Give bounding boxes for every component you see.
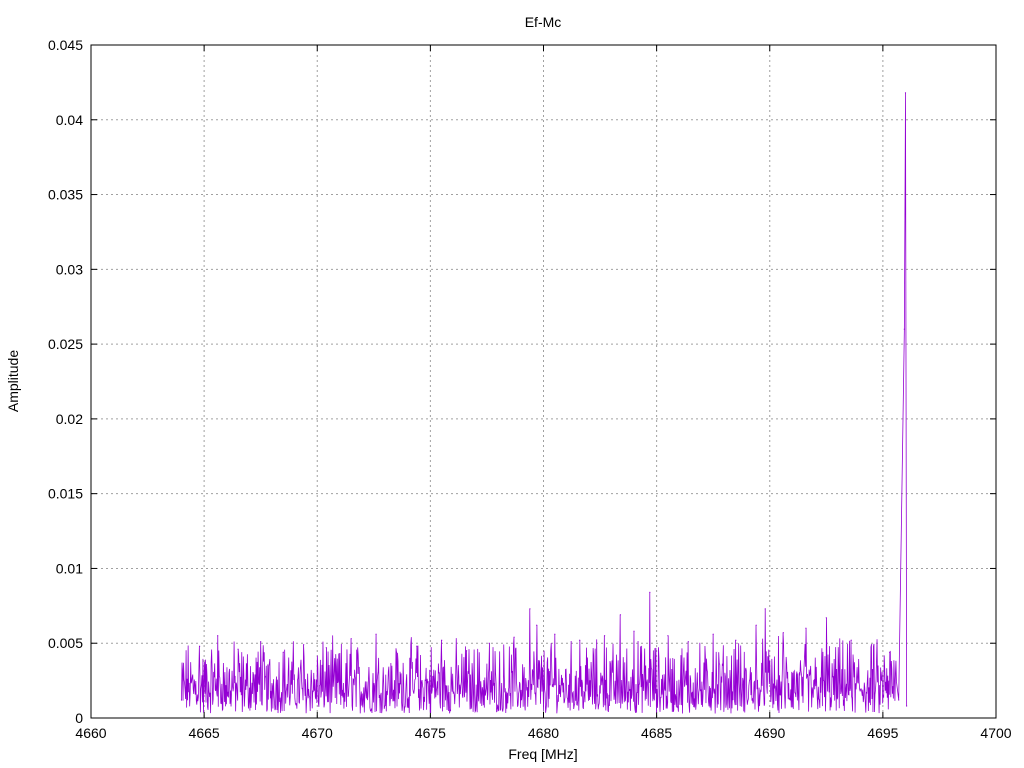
data-point (633, 630, 635, 632)
y-axis-label: Amplitude (5, 350, 21, 412)
data-point (180, 699, 183, 701)
data-point (375, 633, 377, 635)
data-point (303, 644, 305, 646)
data-point (687, 641, 689, 643)
data-point (667, 635, 669, 637)
data-point (903, 328, 905, 330)
data-point (805, 627, 807, 629)
y-tick-label: 0.02 (56, 411, 83, 427)
data-point (898, 699, 900, 701)
data-point (825, 617, 827, 619)
data-point (260, 641, 262, 643)
data-point (755, 624, 757, 626)
data-point (649, 591, 651, 593)
data-point (441, 639, 443, 641)
data-point (325, 647, 327, 649)
data-point (764, 608, 766, 610)
x-tick-label: 4660 (75, 725, 106, 741)
data-point (199, 645, 201, 647)
data-point (579, 639, 581, 641)
x-tick-label: 4700 (980, 725, 1011, 741)
data-point (603, 635, 606, 637)
data-point (513, 636, 515, 638)
x-tick-label: 4690 (754, 725, 785, 741)
y-tick-label: 0.005 (48, 635, 83, 651)
y-tick-label: 0.04 (56, 112, 83, 128)
data-point (529, 608, 531, 610)
y-tick-label: 0.045 (48, 37, 83, 53)
series-layer (180, 92, 908, 714)
y-tick-label: 0.015 (48, 486, 83, 502)
y-tick-label: 0.035 (48, 187, 83, 203)
grid (91, 45, 996, 718)
data-point (850, 639, 852, 641)
data-point (870, 644, 873, 646)
x-axis-label: Freq [MHz] (508, 746, 577, 762)
y-tick-label: 0.01 (56, 560, 83, 576)
data-point (536, 624, 538, 626)
data-point (217, 635, 219, 637)
data-point (395, 651, 398, 653)
x-tick-label: 4685 (641, 725, 672, 741)
x-tick-label: 4680 (528, 725, 559, 741)
data-point (465, 650, 468, 652)
data-point (237, 648, 239, 650)
data-point (416, 645, 418, 647)
data-point (350, 638, 352, 640)
y-tick-label: 0.025 (48, 336, 83, 352)
chart: 4660 4665 4670 4675 4680 4685 4690 4695 4700 0 0.0… (5, 14, 1012, 762)
data-point (782, 632, 784, 634)
x-tick-label: 4665 (189, 725, 220, 741)
data-point (735, 639, 737, 641)
data-point (712, 633, 714, 635)
data-point (488, 642, 490, 644)
x-tick-label: 4675 (415, 725, 446, 741)
data-point (906, 705, 908, 707)
data-point (889, 651, 891, 653)
y-tick-label: 0.03 (56, 261, 83, 277)
data-point (904, 92, 907, 94)
data-point (554, 633, 556, 635)
x-tick-label: 4695 (867, 725, 898, 741)
chart-title: Ef-Mc (525, 14, 562, 30)
data-point (619, 614, 622, 616)
x-tick-label: 4670 (302, 725, 333, 741)
y-tick-label: 0 (75, 710, 83, 726)
series-line (181, 92, 908, 714)
data-point (282, 651, 284, 653)
